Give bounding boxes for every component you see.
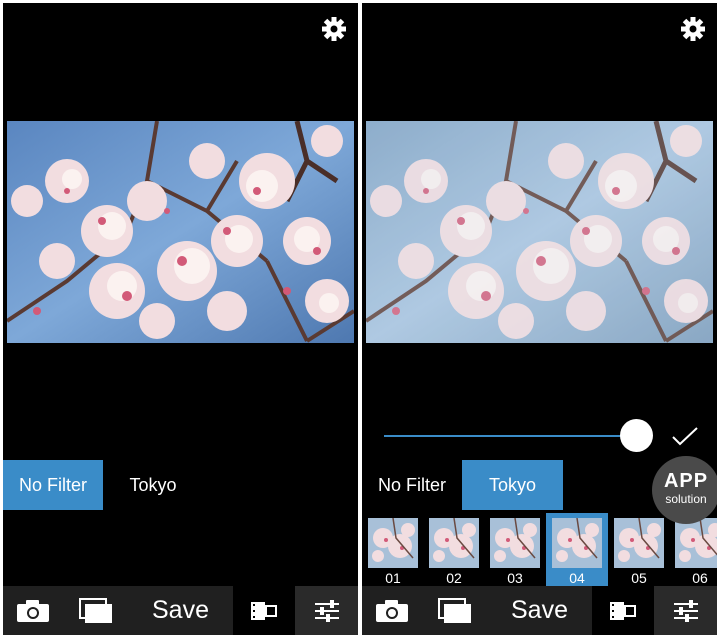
bottom-toolbar: Save bbox=[362, 586, 717, 635]
thumbnail-label: 01 bbox=[385, 570, 401, 586]
intensity-slider-knob[interactable] bbox=[620, 419, 653, 452]
save-button[interactable]: Save bbox=[128, 586, 233, 635]
thumbnail-03[interactable]: 03 bbox=[484, 513, 546, 588]
film-button[interactable] bbox=[592, 586, 654, 635]
gallery-icon bbox=[437, 597, 471, 623]
thumbnail-label: 04 bbox=[569, 570, 585, 586]
photo-preview bbox=[7, 121, 354, 343]
filter-tab-tokyo[interactable]: Tokyo bbox=[103, 460, 203, 510]
filter-tab-tokyo[interactable]: Tokyo bbox=[462, 460, 563, 510]
thumbnail-02[interactable]: 02 bbox=[423, 513, 485, 588]
left-screen: No Filter Tokyo Save bbox=[3, 3, 358, 635]
right-screen: No Filter Tokyo 01 02 03 04 05 06 APP so… bbox=[362, 3, 717, 635]
thumbnail-label: 06 bbox=[692, 570, 708, 586]
thumbnail-image bbox=[552, 518, 602, 568]
thumbnail-image bbox=[368, 518, 418, 568]
thumbnail-04[interactable]: 04 bbox=[546, 513, 608, 588]
filter-tab-no-filter[interactable]: No Filter bbox=[362, 460, 462, 510]
adjust-button[interactable] bbox=[654, 586, 717, 635]
gallery-button[interactable] bbox=[422, 586, 487, 635]
camera-button[interactable] bbox=[3, 586, 63, 635]
adjust-button[interactable] bbox=[295, 586, 358, 635]
filter-label: No Filter bbox=[18, 475, 87, 495]
thumbnail-image bbox=[490, 518, 540, 568]
sliders-icon bbox=[314, 599, 339, 622]
camera-icon bbox=[376, 599, 408, 622]
watermark-line1: APP bbox=[663, 470, 709, 492]
filter-thumbnails: 01 02 03 04 05 06 bbox=[362, 513, 717, 588]
thumbnail-06[interactable]: 06 bbox=[669, 513, 717, 588]
app-solution-watermark: APP solution bbox=[652, 456, 717, 524]
gear-icon[interactable] bbox=[320, 15, 348, 43]
thumbnail-01[interactable]: 01 bbox=[362, 513, 424, 588]
thumbnail-05[interactable]: 05 bbox=[608, 513, 670, 588]
sliders-icon bbox=[673, 599, 698, 622]
thumbnail-label: 02 bbox=[446, 570, 462, 586]
gallery-icon bbox=[78, 597, 112, 623]
filter-label: Tokyo bbox=[129, 475, 177, 495]
filter-tab-no-filter[interactable]: No Filter bbox=[3, 460, 103, 510]
camera-button[interactable] bbox=[362, 586, 422, 635]
thumbnail-label: 03 bbox=[507, 570, 523, 586]
film-button[interactable] bbox=[233, 586, 295, 635]
intensity-slider-track[interactable] bbox=[384, 435, 646, 437]
gallery-button[interactable] bbox=[63, 586, 128, 635]
thumbnail-image bbox=[675, 518, 717, 568]
filter-label: Tokyo bbox=[488, 475, 537, 495]
thumbnail-image bbox=[429, 518, 479, 568]
film-icon bbox=[251, 601, 277, 620]
save-label: Save bbox=[511, 596, 568, 624]
check-icon[interactable] bbox=[670, 425, 700, 449]
camera-icon bbox=[17, 599, 49, 622]
photo-preview-filtered bbox=[366, 121, 713, 343]
save-button[interactable]: Save bbox=[487, 586, 592, 635]
thumbnail-label: 05 bbox=[631, 570, 647, 586]
film-icon bbox=[610, 601, 636, 620]
gear-icon[interactable] bbox=[679, 15, 707, 43]
save-label: Save bbox=[152, 596, 209, 624]
watermark-line2: solution bbox=[665, 492, 707, 506]
bottom-toolbar: Save bbox=[3, 586, 358, 635]
filter-label: No Filter bbox=[377, 475, 446, 495]
thumbnail-image bbox=[614, 518, 664, 568]
